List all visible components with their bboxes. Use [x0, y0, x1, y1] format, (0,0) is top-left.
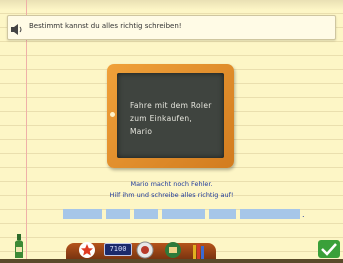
answer-slot[interactable]	[106, 209, 130, 219]
instruction-bar: Bestimmt kannst du alles richtig schreib…	[7, 15, 336, 40]
bottle-icon[interactable]	[12, 234, 26, 262]
globe-icon[interactable]	[136, 241, 154, 263]
sentence-period: .	[302, 210, 305, 219]
answer-slot[interactable]	[162, 209, 205, 219]
frame-nail	[110, 112, 115, 117]
feedback-line-1: Mario macht noch Fehler.	[130, 180, 213, 188]
chalkboard: Fahre mit dem Roler zum Einkaufen, Mario	[117, 73, 224, 158]
answer-slot[interactable]	[209, 209, 236, 219]
feedback-line-2: Hilf ihm und schreibe alles richtig auf!	[109, 191, 234, 199]
chalk-line-1: Fahre mit dem Roler	[130, 101, 212, 110]
box-icon[interactable]	[164, 241, 182, 263]
chalkboard-frame: Fahre mit dem Roler zum Einkaufen, Mario	[107, 64, 234, 168]
star-icon[interactable]	[78, 241, 96, 263]
answer-slot[interactable]	[134, 209, 158, 219]
clock-display[interactable]: 7100	[104, 243, 132, 256]
tool-shelf: 7100	[66, 241, 216, 259]
speaker-icon[interactable]	[10, 21, 24, 35]
books-icon[interactable]	[192, 243, 208, 263]
chalk-line-2: zum Einkaufen,	[130, 114, 193, 123]
top-edge	[0, 0, 343, 10]
answer-slot[interactable]	[63, 209, 102, 219]
instruction-text: Bestimmt kannst du alles richtig schreib…	[29, 22, 182, 30]
answer-slot[interactable]	[240, 209, 300, 219]
chalk-line-3: Mario	[130, 127, 153, 136]
